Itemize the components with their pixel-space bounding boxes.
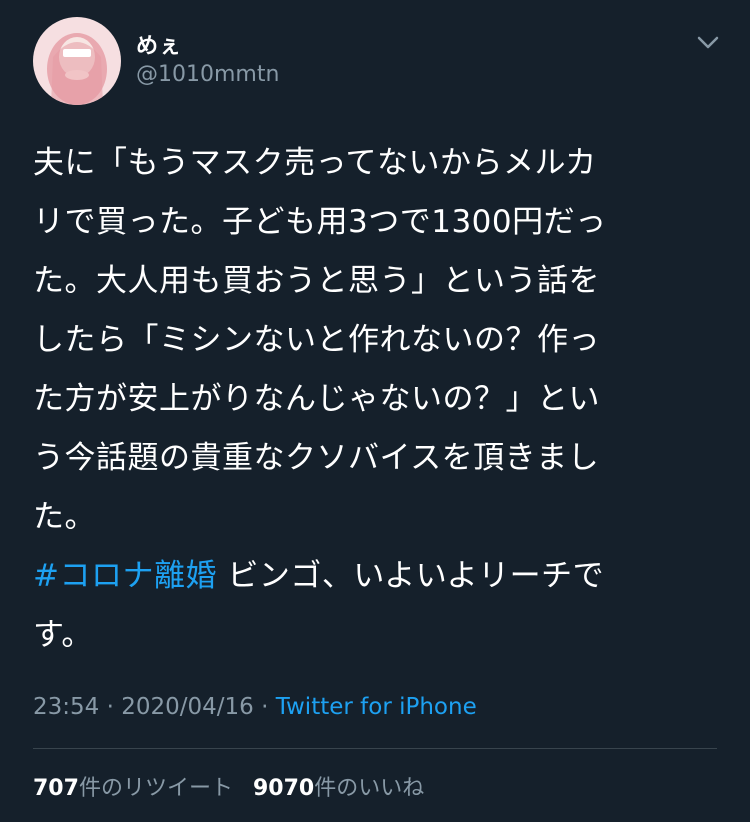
tweet-text: 夫に「もうマスク売ってないからメルカ リで買った。子ども用3つで1300円だっ … — [33, 134, 723, 665]
tweet-detail: めぇ @1010mmtn 夫に「もうマスク売ってないからメルカ リで買った。子ど… — [0, 0, 750, 822]
chevron-down-icon[interactable] — [694, 30, 722, 54]
likes-label: 件のいいね — [314, 776, 425, 801]
retweets-stat[interactable]: 707件のリツイート — [33, 776, 233, 801]
tweet-source-link[interactable]: Twitter for iPhone — [276, 694, 477, 720]
tweet-text-line: た。大人用も買おうと思う」という話を — [33, 263, 600, 299]
tweet-date[interactable]: 2020/04/16 — [121, 694, 254, 720]
display-name[interactable]: めぇ — [136, 28, 182, 60]
meta-separator: · — [99, 694, 122, 720]
retweets-label: 件のリツイート — [78, 776, 233, 801]
tweet-text-line: したら「ミシンないと作れないの？作っ — [33, 322, 600, 358]
tweet-text-line: す。 — [33, 617, 93, 653]
tweet-text-line: た。 — [33, 499, 96, 535]
tweet-text-line: た方が安上がりなんじゃないの？」とい — [33, 381, 600, 417]
avatar-image — [33, 17, 121, 105]
meta-separator: · — [253, 694, 276, 720]
tweet-stats: 707件のリツイート 9070件のいいね — [33, 770, 424, 802]
tweet-text-fragment: ビンゴ、いよいよリーチで — [216, 558, 605, 594]
retweets-count: 707 — [33, 776, 79, 801]
divider — [33, 748, 717, 749]
likes-count: 9070 — [252, 776, 315, 801]
likes-stat[interactable]: 9070件のいいね — [253, 776, 424, 801]
tweet-text-hashtag-line: #コロナ離婚 ビンゴ、いよいよリーチで — [33, 547, 723, 606]
tweet-text-line: 夫に「もうマスク売ってないからメルカ — [33, 145, 597, 181]
hashtag-link[interactable]: #コロナ離婚 — [33, 558, 217, 594]
avatar[interactable] — [33, 17, 121, 105]
tweet-text-line: リで買った。子ども用3つで1300円だっ — [33, 204, 607, 240]
user-handle[interactable]: @1010mmtn — [136, 62, 279, 87]
tweet-time[interactable]: 23:54 — [33, 694, 99, 720]
tweet-meta: 23:54 · 2020/04/16 · Twitter for iPhone — [33, 694, 477, 720]
tweet-text-line: う今話題の貴重なクソバイスを頂きまし — [33, 440, 600, 476]
